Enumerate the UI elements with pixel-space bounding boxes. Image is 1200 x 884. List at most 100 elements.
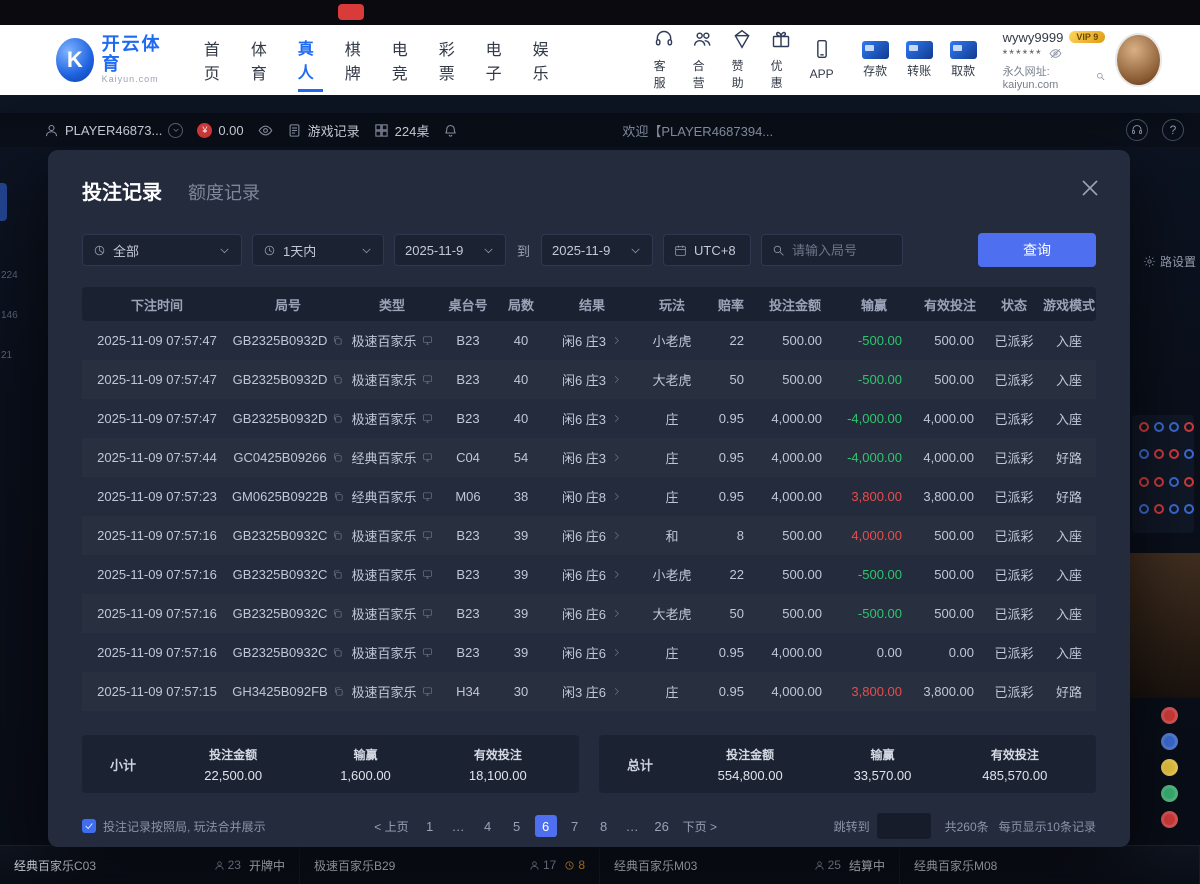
cell: 已派彩 (986, 487, 1042, 506)
nav-item-体育[interactable]: 体育 (251, 30, 276, 90)
result-detail-icon[interactable] (611, 452, 622, 463)
page-button-5[interactable]: 5 (506, 815, 528, 837)
time-range-select[interactable]: 1天内 (252, 234, 384, 266)
merge-records-checkbox[interactable]: 投注记录按照局, 玩法合并展示 (82, 818, 266, 835)
prev-page-button[interactable]: < 上页 (371, 815, 411, 837)
category-select[interactable]: 全部 (82, 234, 242, 266)
page-button-1[interactable]: 1 (419, 815, 441, 837)
bottom-table-item[interactable]: 经典百家乐M08 (900, 846, 1200, 884)
result-detail-icon[interactable] (611, 647, 622, 658)
bottom-table-item[interactable]: 经典百家乐M0325结算中 (600, 846, 900, 884)
balance-display[interactable]: ¥ 0.00 (197, 123, 243, 138)
tab-额度记录[interactable]: 额度记录 (188, 179, 260, 205)
nav-item-首页[interactable]: 首页 (204, 30, 229, 90)
table-type-icon (422, 374, 433, 385)
tab-投注记录[interactable]: 投注记录 (82, 176, 162, 205)
quick-action-合营[interactable]: 合营 (693, 29, 713, 91)
help-icon[interactable]: ? (1162, 119, 1184, 141)
round-search-input[interactable] (792, 243, 892, 258)
copy-icon[interactable] (333, 686, 344, 697)
avatar[interactable] (1115, 33, 1162, 87)
page-button-7[interactable]: 7 (564, 815, 586, 837)
copy-icon[interactable] (332, 374, 343, 385)
cell: 闲6 庄3 (546, 370, 638, 389)
copy-icon[interactable] (333, 491, 344, 502)
table-row[interactable]: 2025-11-09 07:57:16GB2325B0932C极速百家乐B233… (82, 555, 1096, 594)
service-icon[interactable] (1126, 119, 1148, 141)
nav-item-棋牌[interactable]: 棋牌 (345, 30, 370, 90)
table-count-button[interactable]: 224桌 (374, 121, 430, 140)
copy-icon[interactable] (332, 335, 343, 346)
copy-icon[interactable] (332, 569, 343, 580)
nav-item-电竞[interactable]: 电竞 (392, 30, 417, 90)
bottom-table-item[interactable]: 经典百家乐C0323开牌中 (0, 846, 300, 884)
wallet-action-存款[interactable]: 存款 (862, 41, 889, 79)
table-row[interactable]: 2025-11-09 07:57:16GB2325B0932C极速百家乐B233… (82, 516, 1096, 555)
result-detail-icon[interactable] (611, 413, 622, 424)
cell: 2025-11-09 07:57:16 (82, 528, 232, 543)
result-detail-icon[interactable] (611, 491, 622, 502)
timezone-chip: UTC+8 (663, 234, 751, 266)
table-row[interactable]: 2025-11-09 07:57:16GB2325B0932C极速百家乐B233… (82, 594, 1096, 633)
wallet-action-转账[interactable]: 转账 (906, 41, 933, 79)
table-row[interactable]: 2025-11-09 07:57:47GB2325B0932D极速百家乐B234… (82, 321, 1096, 360)
eye-off-icon[interactable] (1049, 47, 1062, 60)
nav-item-娱乐[interactable]: 娱乐 (533, 30, 558, 90)
result-detail-icon[interactable] (611, 374, 622, 385)
table-row[interactable]: 2025-11-09 07:57:47GB2325B0932D极速百家乐B234… (82, 360, 1096, 399)
wallet-action-取款[interactable]: 取款 (950, 41, 977, 79)
page-button-8[interactable]: 8 (593, 815, 615, 837)
table-row[interactable]: 2025-11-09 07:57:15GH3425B092FB极速百家乐H343… (82, 672, 1096, 711)
result-detail-icon[interactable] (611, 530, 622, 541)
site-logo[interactable]: K 开云体育 Kaiyun.com (56, 35, 170, 84)
result-detail-icon[interactable] (611, 335, 622, 346)
nav-item-彩票[interactable]: 彩票 (439, 30, 464, 90)
date-from-picker[interactable]: 2025-11-9 (394, 234, 506, 266)
jump-input[interactable] (877, 813, 931, 839)
quick-action-客服[interactable]: 客服 (654, 29, 674, 91)
query-button[interactable]: 查询 (978, 233, 1096, 267)
date-to-picker[interactable]: 2025-11-9 (541, 234, 653, 266)
table-row[interactable]: 2025-11-09 07:57:23GM0625B0922B经典百家乐M063… (82, 477, 1096, 516)
page-button-6[interactable]: 6 (535, 815, 557, 837)
notifications-button[interactable] (443, 123, 458, 138)
copy-icon[interactable] (332, 608, 343, 619)
cell: B23 (440, 645, 496, 660)
page-button-26[interactable]: 26 (651, 815, 673, 837)
quick-action-APP[interactable]: APP (810, 39, 834, 81)
quick-action-赞助[interactable]: 赞助 (732, 29, 752, 91)
copy-icon[interactable] (332, 647, 343, 658)
dealer-video-thumbnail[interactable] (1130, 553, 1200, 698)
nav-item-真人[interactable]: 真人 (298, 29, 323, 92)
table-row[interactable]: 2025-11-09 07:57:44GC0425B09266经典百家乐C045… (82, 438, 1096, 477)
result-detail-icon[interactable] (611, 608, 622, 619)
round-search-field[interactable] (761, 234, 903, 266)
copy-icon[interactable] (332, 413, 343, 424)
toggle-balance-visibility[interactable] (258, 123, 273, 138)
chevron-down-icon (360, 244, 373, 257)
bottom-table-item[interactable]: 极速百家乐B29178 (300, 846, 600, 884)
road-settings[interactable]: 路设置 (1143, 253, 1196, 270)
search-icon[interactable] (1096, 71, 1105, 82)
table-row[interactable]: 2025-11-09 07:57:16GB2325B0932C极速百家乐B233… (82, 633, 1096, 672)
next-page-button[interactable]: 下页 > (680, 815, 720, 837)
copy-icon[interactable] (332, 452, 343, 463)
cell: 闲6 庄6 (546, 565, 638, 584)
page-button-4[interactable]: 4 (477, 815, 499, 837)
quick-action-优惠[interactable]: 优惠 (771, 29, 791, 91)
copy-icon[interactable] (332, 530, 343, 541)
nav-item-电子[interactable]: 电子 (486, 30, 511, 90)
result-detail-icon[interactable] (611, 569, 622, 580)
game-records-button[interactable]: 游戏记录 (287, 121, 360, 140)
grid-icon (374, 123, 389, 138)
result-detail-icon[interactable] (611, 686, 622, 697)
player-id-dropdown[interactable]: PLAYER46873... (44, 123, 183, 138)
table-type-icon (422, 569, 433, 580)
table-name: 经典百家乐M03 (614, 857, 697, 874)
close-icon[interactable] (1078, 176, 1102, 200)
table-type-icon (422, 608, 433, 619)
cell: -500.00 (834, 333, 914, 348)
checkbox-checked-icon[interactable] (82, 819, 96, 833)
cell: 8 (706, 528, 756, 543)
table-row[interactable]: 2025-11-09 07:57:47GB2325B0932D极速百家乐B234… (82, 399, 1096, 438)
